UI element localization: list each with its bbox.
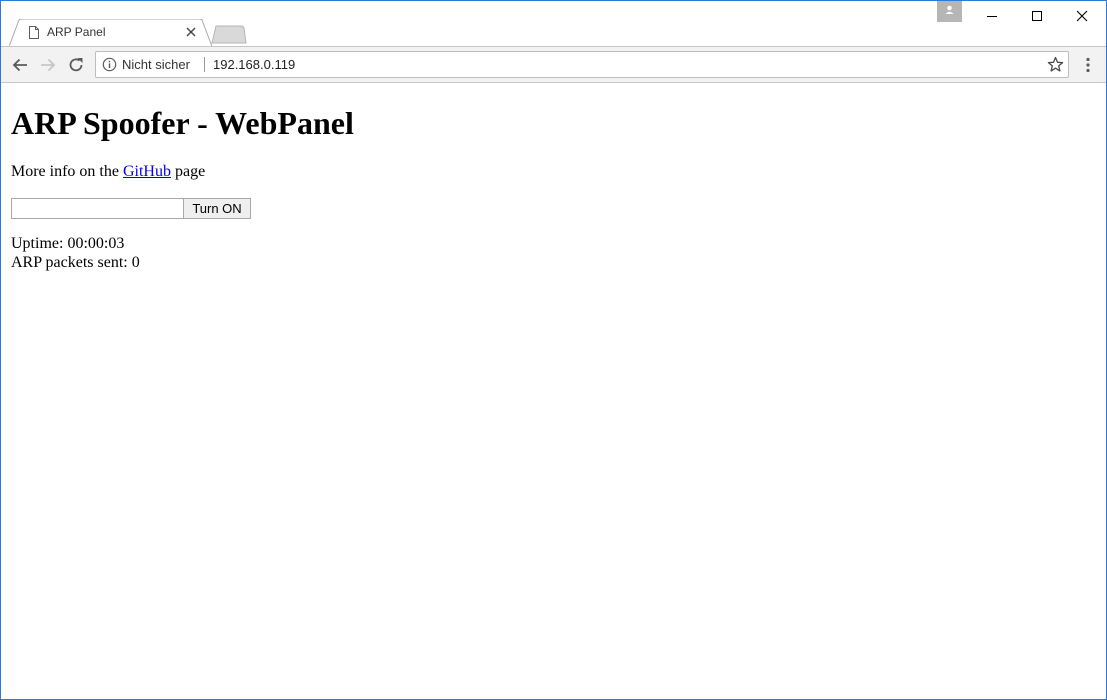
reload-icon[interactable] — [66, 55, 86, 75]
security-label[interactable]: Nicht sicher — [122, 57, 190, 72]
info-suffix: page — [170, 163, 206, 180]
url-text[interactable]: 192.168.0.119 — [213, 57, 295, 72]
close-window-button[interactable] — [1059, 1, 1105, 31]
packets-value: 0 — [131, 254, 140, 271]
title-bar: ARP Panel — [1, 1, 1106, 47]
target-input[interactable] — [11, 198, 184, 219]
arrow-right-icon[interactable] — [38, 55, 58, 75]
stats-block: Uptime: 00:00:03 ARP packets sent: 0 — [11, 234, 140, 272]
tab-arp-panel[interactable]: ARP Panel — [9, 19, 213, 47]
tab-title: ARP Panel — [47, 25, 106, 39]
info-prefix: More info on the — [11, 163, 123, 180]
minimize-button[interactable] — [969, 1, 1015, 31]
star-icon[interactable] — [1047, 56, 1064, 73]
person-icon — [945, 5, 954, 14]
minimize-icon — [987, 16, 997, 17]
packets-label: ARP packets sent: — [11, 254, 132, 271]
kebab-menu-icon[interactable] — [1078, 55, 1098, 75]
info-icon[interactable] — [102, 57, 117, 72]
close-icon[interactable] — [185, 26, 197, 38]
new-tab-button[interactable] — [211, 25, 247, 44]
uptime-value: 00:00:03 — [67, 235, 125, 252]
uptime-line: Uptime: 00:00:03 — [11, 234, 140, 253]
browser-toolbar: Nicht sicher 192.168.0.119 — [1, 46, 1106, 83]
address-bar[interactable]: Nicht sicher 192.168.0.119 — [95, 51, 1069, 78]
browser-window: ARP Panel Nicht sicher 192.168.0.119 ARP… — [0, 0, 1107, 700]
info-line: More info on the GitHub page — [11, 163, 205, 181]
tab-shape — [9, 19, 213, 47]
page-content: ARP Spoofer - WebPanel More info on the … — [1, 83, 1106, 699]
maximize-button[interactable] — [1014, 1, 1060, 31]
address-divider — [204, 57, 205, 72]
close-icon — [1076, 10, 1088, 22]
page-title: ARP Spoofer - WebPanel — [11, 105, 354, 141]
profile-button[interactable] — [937, 1, 962, 22]
packets-line: ARP packets sent: 0 — [11, 253, 140, 272]
uptime-label: Uptime: — [11, 235, 68, 252]
arrow-left-icon[interactable] — [10, 55, 30, 75]
github-link[interactable]: GitHub — [123, 163, 171, 180]
turn-on-button[interactable]: Turn ON — [183, 198, 251, 219]
page-icon — [29, 26, 39, 39]
maximize-icon — [1032, 11, 1042, 21]
